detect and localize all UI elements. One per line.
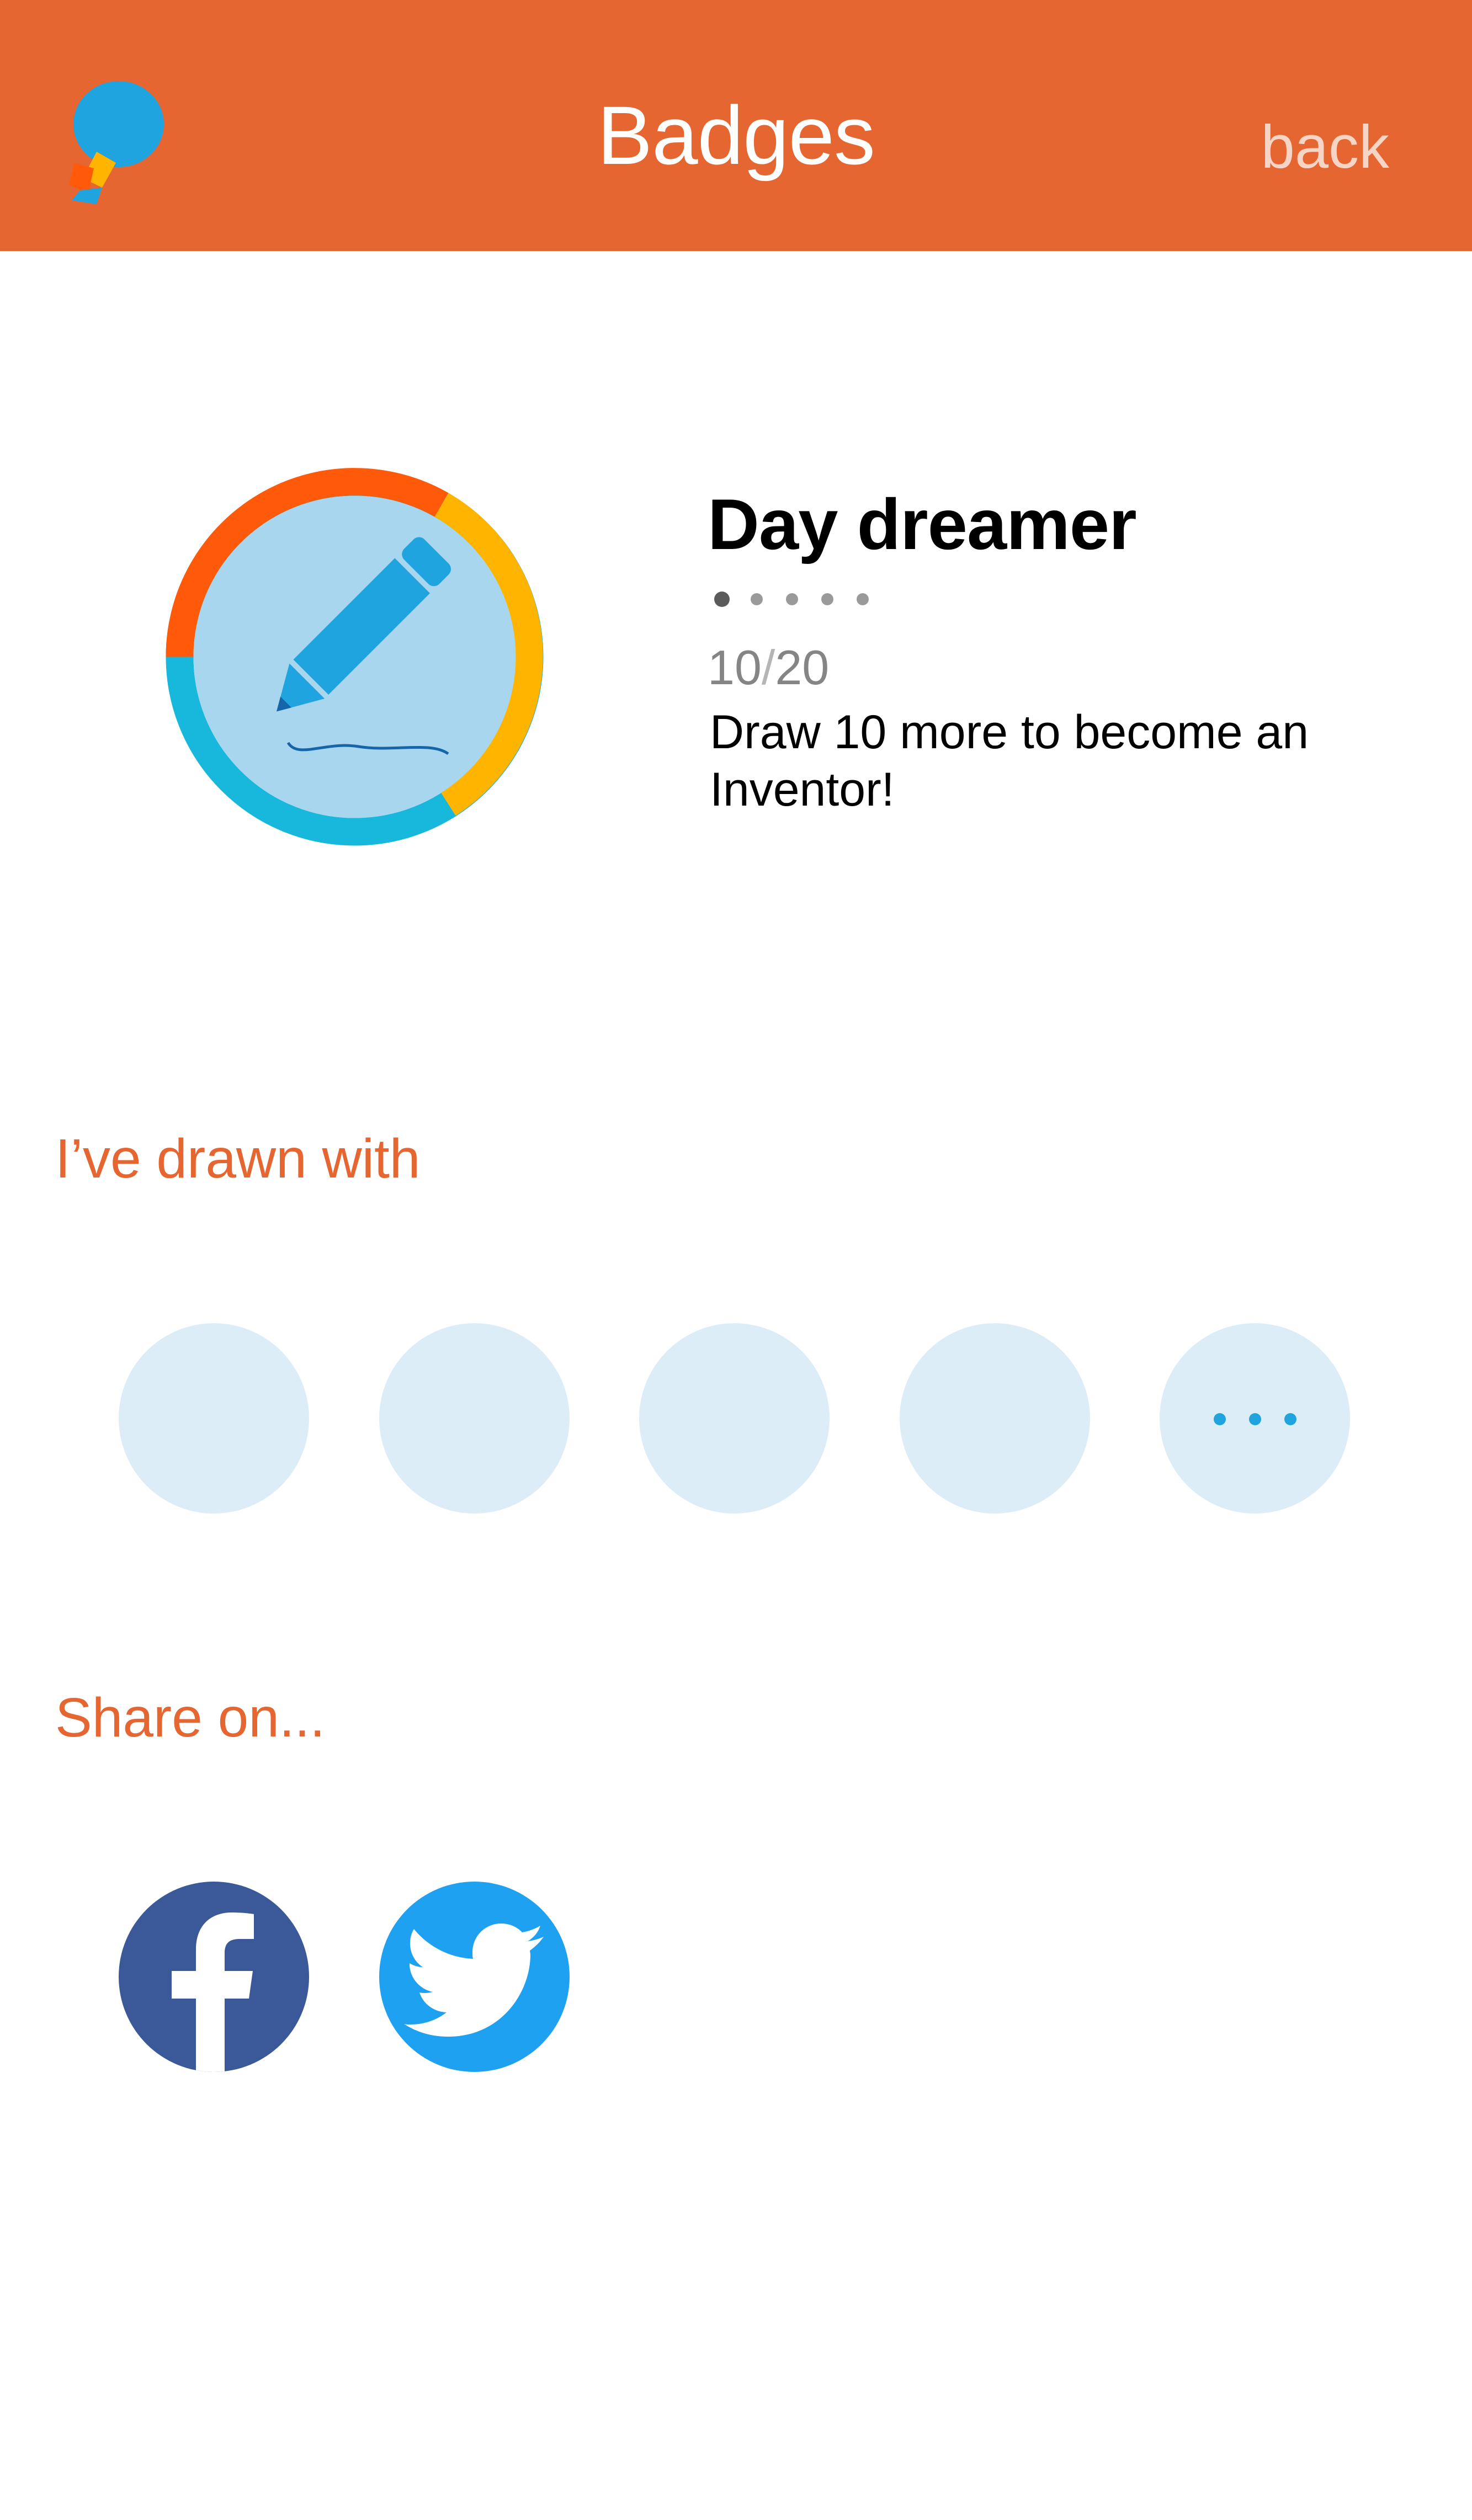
more-friends-button[interactable] bbox=[1160, 1323, 1350, 1514]
level-dot bbox=[821, 593, 833, 605]
badges-screen: Badges back Day dreamer 10/20 Draw 10 mo… bbox=[0, 0, 1472, 2520]
progress-goal: 20 bbox=[775, 640, 830, 695]
badge-description: Draw 10 more to become an Inventor! bbox=[710, 706, 1309, 816]
header-bar: Badges back bbox=[0, 0, 1472, 251]
progress-separator: / bbox=[761, 640, 775, 695]
badge-name: Day dreamer bbox=[708, 484, 1137, 564]
badge-emblem bbox=[166, 468, 544, 846]
level-dot bbox=[751, 593, 763, 605]
drawn-with-heading: I’ve drawn with bbox=[55, 1128, 421, 1190]
friend-avatar[interactable] bbox=[379, 1323, 570, 1514]
twitter-icon bbox=[404, 1924, 544, 2037]
level-dot bbox=[786, 593, 798, 605]
facebook-icon bbox=[172, 1912, 254, 2072]
level-dot bbox=[714, 592, 730, 607]
progress-current: 10 bbox=[708, 640, 762, 695]
level-dot bbox=[857, 593, 869, 605]
back-button[interactable]: back bbox=[1261, 111, 1389, 183]
badge-progress: 10/20 bbox=[708, 640, 829, 695]
friend-avatar[interactable] bbox=[900, 1323, 1090, 1514]
friend-avatar[interactable] bbox=[119, 1323, 309, 1514]
page-title: Badges bbox=[597, 89, 875, 182]
ellipsis-icon bbox=[1160, 1323, 1350, 1514]
facebook-share-button[interactable] bbox=[119, 1882, 309, 2072]
twitter-share-button[interactable] bbox=[379, 1882, 570, 2072]
friend-avatar[interactable] bbox=[639, 1323, 830, 1514]
badge-details: Day dreamer 10/20 Draw 10 more to become… bbox=[708, 480, 1425, 816]
share-heading: Share on... bbox=[55, 1687, 326, 1749]
